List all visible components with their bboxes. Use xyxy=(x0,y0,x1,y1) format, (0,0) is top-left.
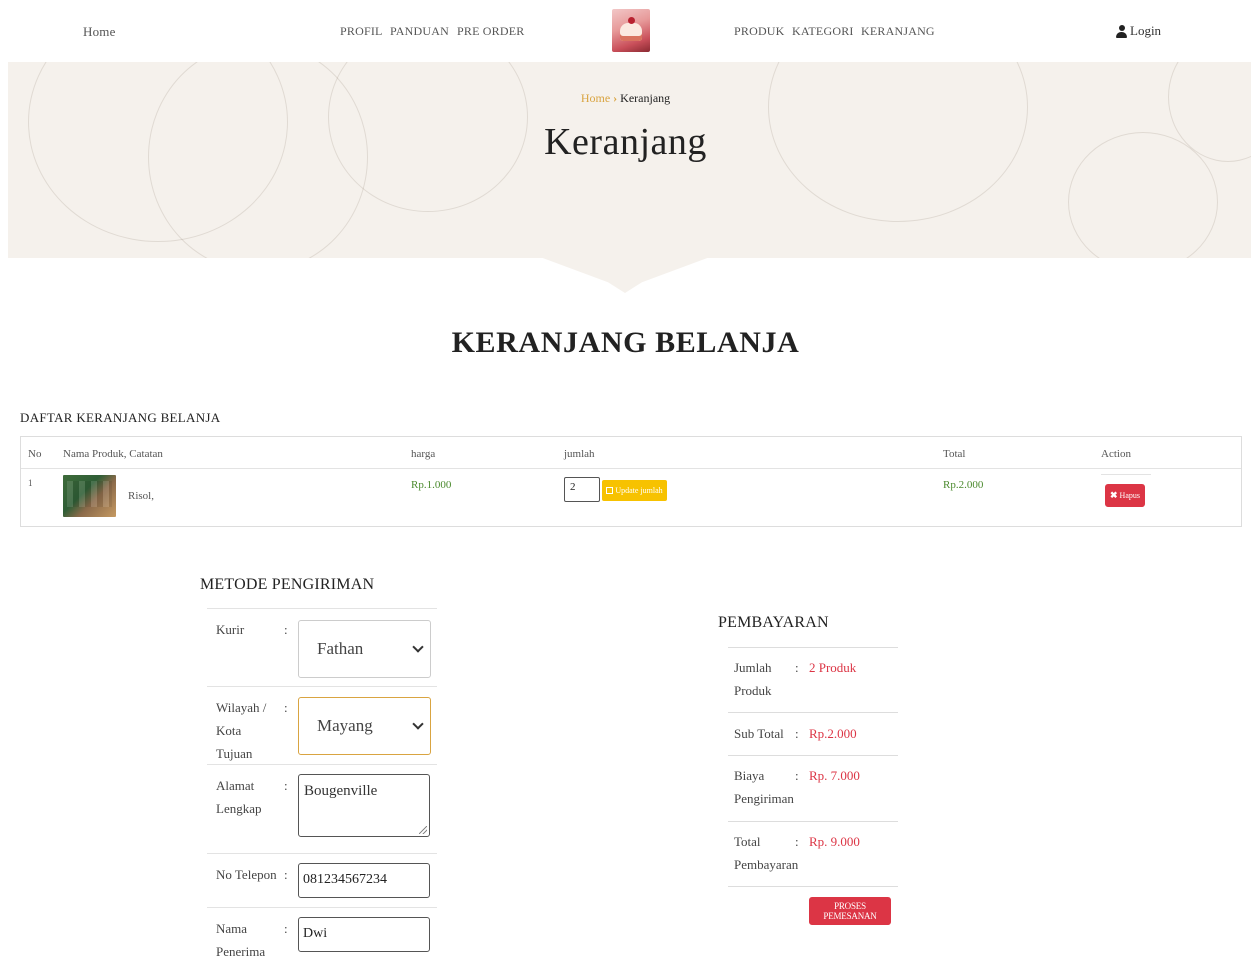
payment-divider xyxy=(728,712,898,713)
delete-label: Hapus xyxy=(1119,491,1140,500)
biaya-value: Rp. 7.000 xyxy=(809,768,860,783)
form-divider xyxy=(207,907,437,908)
breadcrumb: Home › Keranjang xyxy=(0,91,1251,106)
top-navbar: Home PROFIL PANDUAN PRE ORDER PRODUK KAT… xyxy=(0,0,1251,62)
cake-icon xyxy=(620,23,642,41)
process-order-button[interactable]: PROSES PEMESANAN xyxy=(809,897,891,925)
breadcrumb-current: Keranjang xyxy=(620,91,671,105)
jumlah-label: Jumlah Produk xyxy=(734,660,772,698)
payment-divider xyxy=(728,647,898,648)
chevron-right-icon: › xyxy=(613,91,618,105)
telepon-input[interactable]: 081234567234 xyxy=(298,863,430,898)
penerima-label: Nama Penerima xyxy=(216,921,266,959)
payment-title: PEMBAYARAN xyxy=(718,614,829,631)
cherry-icon xyxy=(628,17,635,24)
penerima-value: Dwi xyxy=(303,926,328,941)
colon: : xyxy=(795,768,799,783)
payment-divider xyxy=(728,821,898,822)
product-price: Rp.1.000 xyxy=(411,479,452,491)
table-header-product: Nama Produk, Catatan xyxy=(63,448,163,460)
row-number: 1 xyxy=(28,478,33,488)
update-quantity-button[interactable]: Update jumlah xyxy=(602,480,667,501)
close-icon: ✖ xyxy=(1110,490,1118,500)
colon: : xyxy=(284,700,288,715)
shipping-title: METODE PENGIRIMAN xyxy=(200,576,375,593)
table-header-action: Action xyxy=(1101,448,1131,460)
colon: : xyxy=(284,867,288,882)
kurir-value: Fathan xyxy=(317,639,364,658)
resize-handle-icon[interactable] xyxy=(419,826,427,834)
action-divider xyxy=(1101,474,1151,475)
product-thumbnail xyxy=(63,475,116,517)
form-divider xyxy=(207,764,437,765)
quantity-input[interactable]: 2 xyxy=(564,477,600,502)
subtotal-value: Rp.2.000 xyxy=(809,726,857,741)
penerima-input[interactable]: Dwi xyxy=(298,917,430,952)
telepon-value: 081234567234 xyxy=(303,872,387,887)
form-divider xyxy=(207,686,437,687)
total-value: Rp. 9.000 xyxy=(809,834,860,849)
nav-preorder-link[interactable]: PRE ORDER xyxy=(457,24,524,39)
nav-profil-link[interactable]: PROFIL xyxy=(340,24,383,39)
biaya-label: Biaya Pengiriman xyxy=(734,768,794,806)
jumlah-value: 2 Produk xyxy=(809,660,857,675)
subtotal-label: Sub Total xyxy=(734,726,784,741)
delete-item-button[interactable]: ✖ Hapus xyxy=(1105,484,1145,507)
hero-notch xyxy=(540,257,710,293)
login-label: Login xyxy=(1130,23,1162,38)
payment-divider xyxy=(728,755,898,756)
chevron-down-icon xyxy=(413,720,423,730)
total-label: Total Pembayaran xyxy=(734,834,799,872)
alamat-textarea[interactable]: Bougenville xyxy=(298,774,430,837)
kurir-label: Kurir xyxy=(216,622,245,637)
user-icon xyxy=(1116,24,1127,38)
brand-logo[interactable] xyxy=(612,9,650,52)
table-header-no: No xyxy=(28,448,42,460)
nav-kategori-link[interactable]: KATEGORI xyxy=(792,24,854,39)
wilayah-select[interactable]: Mayang xyxy=(298,697,431,755)
alamat-value: Bougenville xyxy=(304,783,378,799)
section-title: KERANJANG BELANJA xyxy=(451,326,800,359)
payment-divider xyxy=(728,886,898,887)
kurir-select[interactable]: Fathan xyxy=(298,620,431,678)
update-quantity-label: Update jumlah xyxy=(615,486,663,495)
table-header-price: harga xyxy=(411,448,436,460)
colon: : xyxy=(284,778,288,793)
alamat-label: Alamat Lengkap xyxy=(216,778,262,816)
colon: : xyxy=(284,622,288,637)
table-header-total: Total xyxy=(943,448,966,460)
chevron-down-icon xyxy=(413,643,423,653)
nav-produk-link[interactable]: PRODUK xyxy=(734,24,785,39)
nav-home-link[interactable]: Home xyxy=(83,24,116,40)
cart-table: No Nama Produk, Catatan harga jumlah Tot… xyxy=(20,436,1242,527)
nav-keranjang-link[interactable]: KERANJANG xyxy=(861,24,935,39)
table-divider xyxy=(21,468,1241,469)
wilayah-value: Mayang xyxy=(317,716,373,735)
page-title: Keranjang xyxy=(544,121,707,163)
product-name: Risol, xyxy=(128,490,154,502)
colon: : xyxy=(795,660,799,675)
colon: : xyxy=(795,726,799,741)
cart-list-title: DAFTAR KERANJANG BELANJA xyxy=(20,410,221,425)
colon: : xyxy=(795,834,799,849)
nav-panduan-link[interactable]: PANDUAN xyxy=(390,24,449,39)
form-divider xyxy=(207,853,437,854)
row-total: Rp.2.000 xyxy=(943,479,984,491)
breadcrumb-home-link[interactable]: Home xyxy=(581,91,610,105)
edit-icon xyxy=(606,487,614,494)
colon: : xyxy=(284,921,288,936)
login-link[interactable]: Login xyxy=(1116,23,1161,39)
form-divider xyxy=(207,608,437,609)
wilayah-label: Wilayah / Kota Tujuan xyxy=(216,700,267,761)
table-header-qty: jumlah xyxy=(564,448,595,460)
telepon-label: No Telepon xyxy=(216,867,277,882)
